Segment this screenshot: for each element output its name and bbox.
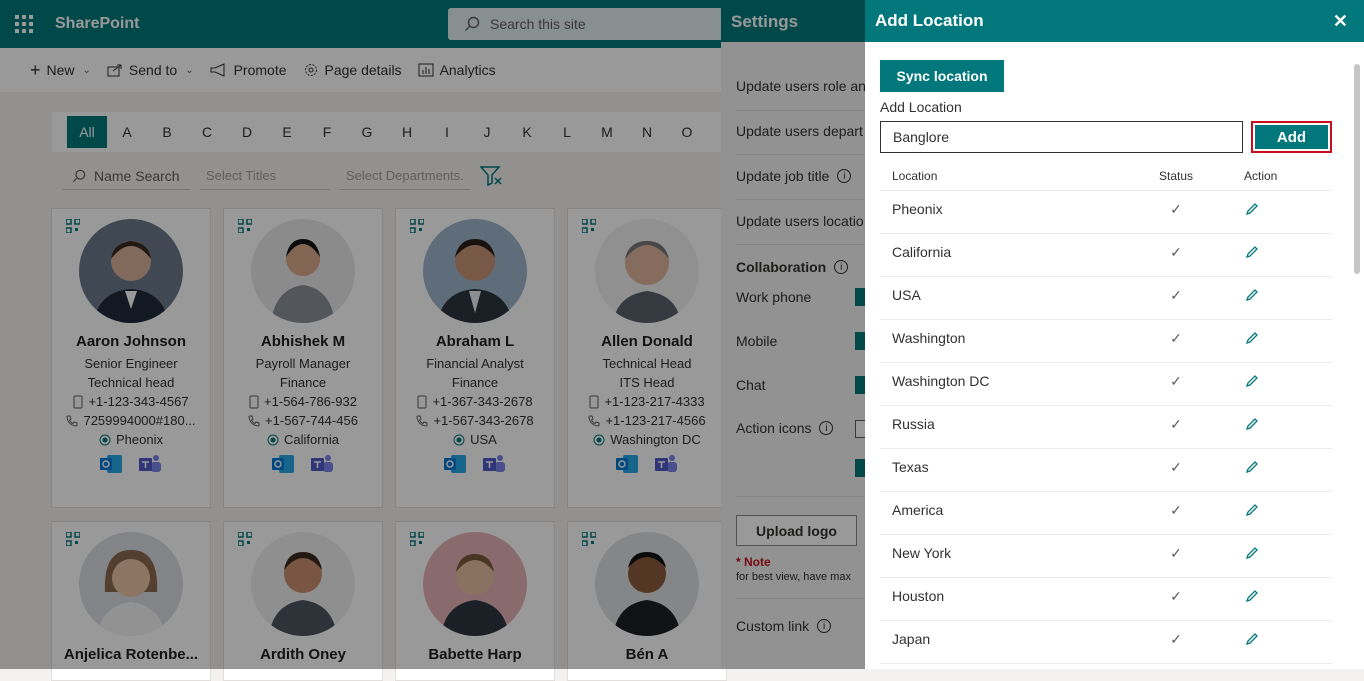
check-icon: ✓: [1170, 373, 1182, 389]
table-row: Japan ✓: [880, 621, 1332, 664]
location-cell: Japan: [892, 631, 931, 647]
table-row: America ✓: [880, 492, 1332, 535]
panel-header: Add Location ✕: [865, 0, 1364, 42]
location-input[interactable]: [880, 121, 1243, 153]
edit-icon[interactable]: [1228, 330, 1332, 349]
check-icon: ✓: [1170, 459, 1182, 475]
table-row: Houston ✓: [880, 578, 1332, 621]
settings-overlay: [721, 0, 865, 669]
add-button-highlight: Add: [1251, 121, 1332, 153]
sync-location-button[interactable]: Sync location: [880, 60, 1004, 92]
location-cell: Pheonix: [892, 201, 943, 217]
location-cell: Washington: [892, 330, 966, 346]
check-icon: ✓: [1170, 244, 1182, 260]
table-row: Texas ✓: [880, 449, 1332, 492]
location-cell: Houston: [892, 588, 945, 604]
location-cell: America: [892, 502, 944, 518]
table-header: Location Status Action: [880, 162, 1332, 191]
column-header-action: Action: [1244, 169, 1278, 183]
table-row: Pheonix ✓: [880, 191, 1332, 234]
edit-icon[interactable]: [1228, 416, 1332, 435]
close-icon[interactable]: ✕: [1333, 12, 1348, 30]
location-cell: Texas: [892, 459, 929, 475]
add-location-label: Add Location: [880, 99, 962, 115]
location-cell: USA: [892, 287, 921, 303]
locations-table: Location Status Action Pheonix ✓ Californ…: [880, 162, 1332, 664]
edit-icon[interactable]: [1228, 287, 1332, 306]
edit-icon[interactable]: [1228, 502, 1332, 521]
edit-icon[interactable]: [1228, 631, 1332, 650]
add-button[interactable]: Add: [1255, 125, 1328, 149]
edit-icon[interactable]: [1228, 373, 1332, 392]
edit-icon[interactable]: [1228, 244, 1332, 263]
check-icon: ✓: [1170, 631, 1182, 647]
column-header-location: Location: [892, 169, 938, 183]
table-row: Washington ✓: [880, 320, 1332, 363]
check-icon: ✓: [1170, 545, 1182, 561]
add-location-panel: Add Location ✕ Sync location Add Locatio…: [865, 0, 1364, 669]
panel-title: Add Location: [875, 11, 984, 30]
location-cell: Washington DC: [892, 373, 990, 389]
column-header-status: Status: [1158, 169, 1194, 183]
edit-icon[interactable]: [1228, 201, 1332, 220]
edit-icon[interactable]: [1228, 588, 1332, 607]
check-icon: ✓: [1170, 330, 1182, 346]
location-cell: Russia: [892, 416, 935, 432]
check-icon: ✓: [1170, 502, 1182, 518]
location-cell: New York: [892, 545, 952, 561]
table-row: California ✓: [880, 234, 1332, 277]
modal-overlay[interactable]: [0, 0, 721, 669]
check-icon: ✓: [1170, 201, 1182, 217]
table-row: Russia ✓: [880, 406, 1332, 449]
table-row: USA ✓: [880, 277, 1332, 320]
edit-icon[interactable]: [1228, 459, 1332, 478]
table-row: Washington DC ✓: [880, 363, 1332, 406]
check-icon: ✓: [1170, 287, 1182, 303]
check-icon: ✓: [1170, 588, 1182, 604]
panel-scrollbar[interactable]: [1354, 64, 1360, 274]
location-cell: California: [892, 244, 952, 260]
table-row: New York ✓: [880, 535, 1332, 578]
check-icon: ✓: [1170, 416, 1182, 432]
edit-icon[interactable]: [1228, 545, 1332, 564]
